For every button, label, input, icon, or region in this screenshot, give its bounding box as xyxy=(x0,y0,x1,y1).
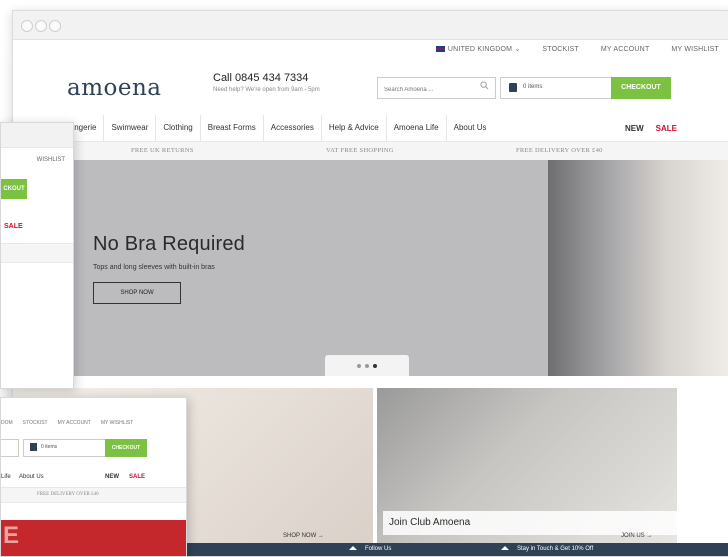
cart-count: 0 items xyxy=(41,444,58,450)
follow-us-toggle[interactable]: Follow Us xyxy=(349,546,391,552)
nav-item-help-advice[interactable]: Help & Advice xyxy=(322,115,387,141)
nav-item-amoena-life[interactable]: Life xyxy=(1,474,11,480)
benefit-free-delivery: FREE DELIVERY OVER £40 xyxy=(37,492,99,497)
nav-item-breast-forms[interactable]: Breast Forms xyxy=(201,115,264,141)
nav-item-about-us[interactable]: About Us xyxy=(19,474,44,480)
nav-item-amoena-life[interactable]: Amoena Life xyxy=(387,115,447,141)
my-wishlist-link[interactable]: MY WISHLIST xyxy=(101,420,133,426)
shop-now-button[interactable]: SHOP NOW xyxy=(93,282,181,304)
main-nav: Life About Us NEW SALE xyxy=(1,469,186,487)
caret-up-icon xyxy=(501,546,509,551)
cart-box[interactable]: 0 items xyxy=(500,77,612,99)
shopping-bag-icon xyxy=(30,443,37,451)
carousel-dot[interactable] xyxy=(365,363,369,368)
utility-bar: DOM STOCKIST MY ACCOUNT MY WISHLIST xyxy=(1,420,133,426)
benefits-bar xyxy=(1,243,73,263)
call-number: Call 0845 434 7334 xyxy=(213,72,309,84)
country-selector[interactable]: DOM xyxy=(1,420,13,426)
tile-shop-now-link[interactable]: SHOP NOW → xyxy=(283,533,324,539)
benefits-bar: FREE UK RETURNS VAT FREE SHOPPING FREE D… xyxy=(13,141,728,161)
join-us-link[interactable]: JOIN US → xyxy=(621,533,652,539)
carousel-pager xyxy=(325,355,409,376)
amoena-logo[interactable]: amoena xyxy=(67,75,162,101)
my-account-link[interactable]: MY ACCOUNT xyxy=(601,46,650,53)
call-hours: Need help? We're open from 9am - 5pm xyxy=(213,87,320,93)
benefit-vat-free: VAT FREE SHOPPING xyxy=(326,147,394,154)
my-account-link[interactable]: MY ACCOUNT xyxy=(58,420,91,426)
tablet-preview-window: WISHLIST CKOUT SALE xyxy=(0,122,74,389)
search-box xyxy=(377,77,496,100)
search-box[interactable] xyxy=(1,439,19,457)
nav-item-new[interactable]: NEW xyxy=(619,124,650,133)
nav-item-accessories[interactable]: Accessories xyxy=(264,115,322,141)
uk-flag-icon xyxy=(435,46,445,53)
stockist-link[interactable]: STOCKIST xyxy=(23,420,48,426)
cart-count: 0 items xyxy=(523,84,543,90)
my-wishlist-link[interactable]: MY WISHLIST xyxy=(671,46,719,53)
window-minimize-dot[interactable] xyxy=(35,20,47,32)
checkout-button[interactable]: CKOUT xyxy=(1,179,27,199)
nav-item-sale[interactable]: SALE xyxy=(4,223,23,230)
join-club-title: Join Club Amoena xyxy=(383,511,689,535)
search-icon[interactable] xyxy=(480,81,489,90)
small-preview-window: DOM STOCKIST MY ACCOUNT MY WISHLIST 0 it… xyxy=(0,397,187,557)
checkout-button[interactable]: CHECKOUT xyxy=(611,77,671,99)
cart-box[interactable]: 0 items xyxy=(23,439,107,457)
utility-bar: UNITED KINGDOM ⌄ STOCKIST MY ACCOUNT MY … xyxy=(435,45,719,53)
hero-banner: No Bra Required Tops and long sleeves wi… xyxy=(13,160,728,376)
benefits-bar: FREE DELIVERY OVER £40 xyxy=(1,487,186,503)
hero-model-photo xyxy=(548,160,728,376)
nav-item-swimwear[interactable]: Swimwear xyxy=(104,115,157,141)
nav-item-sale[interactable]: SALE xyxy=(129,474,145,480)
nav-item-clothing[interactable]: Clothing xyxy=(156,115,201,141)
carousel-dot-active[interactable] xyxy=(373,363,377,368)
benefit-free-returns: FREE UK RETURNS xyxy=(131,147,194,154)
nav-item-new[interactable]: NEW xyxy=(105,474,119,480)
carousel-dot[interactable] xyxy=(357,363,361,368)
my-wishlist-link[interactable]: WISHLIST xyxy=(37,157,65,163)
caret-up-icon xyxy=(349,546,357,551)
search-input[interactable] xyxy=(378,80,476,100)
checkout-button[interactable]: CHECKOUT xyxy=(105,439,147,457)
benefit-free-delivery: FREE DELIVERY OVER £40 xyxy=(516,147,603,154)
main-nav: Lingerie Swimwear Clothing Breast Forms … xyxy=(61,115,728,141)
newsletter-toggle[interactable]: Stay in Touch & Get 10% Off xyxy=(501,546,593,552)
site-header: amoena Call 0845 434 7334 Need help? We'… xyxy=(13,69,728,109)
sale-banner-text: E xyxy=(3,522,20,549)
window-maximize-dot[interactable] xyxy=(49,20,61,32)
window-chrome xyxy=(13,11,728,40)
hero-subtitle: Tops and long sleeves with built-in bras xyxy=(93,264,215,271)
stockist-link[interactable]: STOCKIST xyxy=(542,46,578,53)
nav-item-sale[interactable]: SALE xyxy=(650,124,728,133)
call-info: Call 0845 434 7334 Need help? We're open… xyxy=(213,72,320,93)
hero-title: No Bra Required xyxy=(93,233,245,255)
shopping-bag-icon xyxy=(509,83,517,92)
country-selector[interactable]: UNITED KINGDOM ⌄ xyxy=(435,45,520,53)
window-close-dot[interactable] xyxy=(21,20,33,32)
nav-item-about-us[interactable]: About Us xyxy=(447,115,494,141)
window-chrome xyxy=(1,123,73,148)
sale-banner[interactable]: E xyxy=(1,520,186,556)
